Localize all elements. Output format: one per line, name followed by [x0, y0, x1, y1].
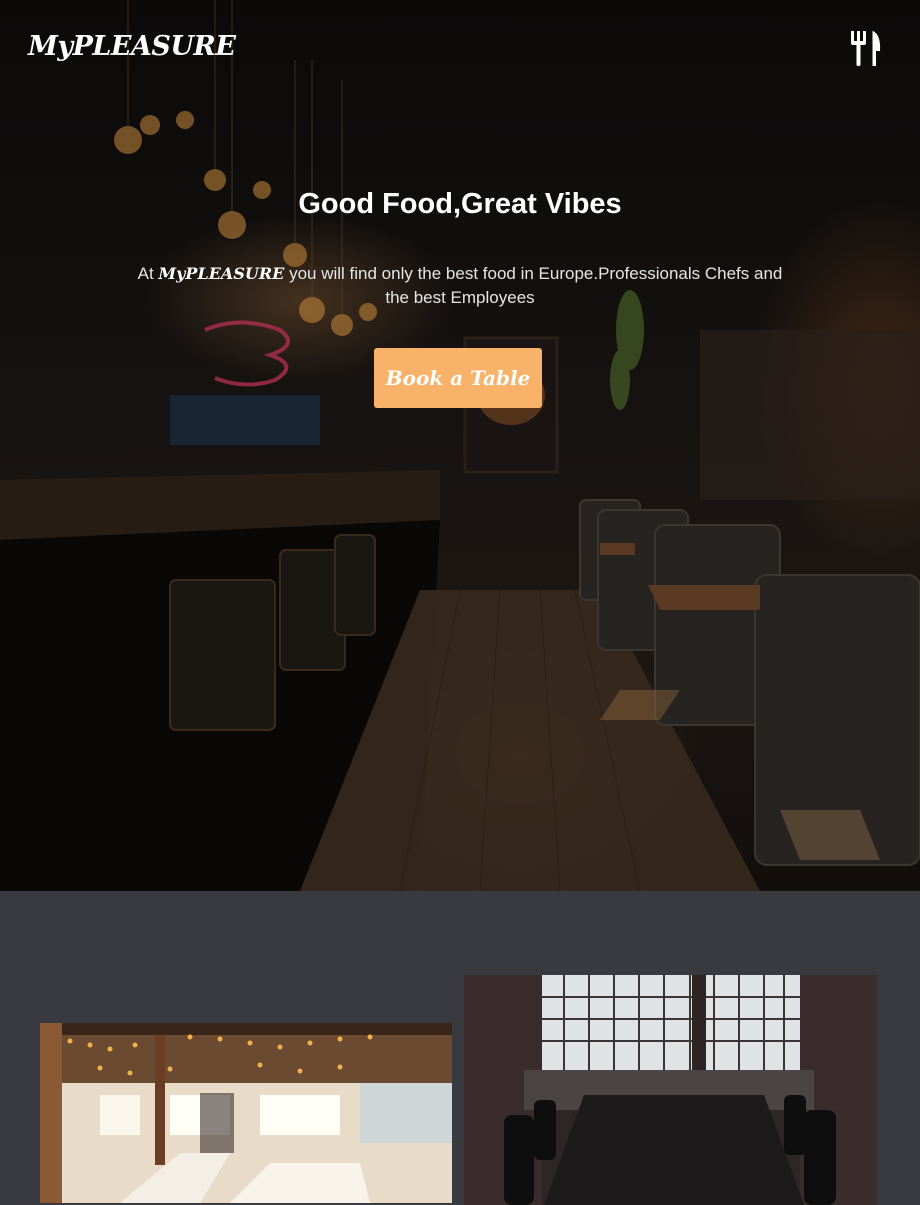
banquet-hall-photo: [40, 1023, 452, 1203]
site-logo[interactable]: MyPLEASURE: [28, 31, 236, 62]
restaurant-interior-background: [0, 0, 920, 891]
gallery-section: [0, 891, 920, 1205]
intro-brand: MyPLEASURE: [158, 264, 285, 283]
dining-room-photo: [464, 975, 877, 1205]
hero-headline: Good Food,Great Vibes: [298, 188, 622, 220]
hero-intro: At MyPLEASURE you will find only the bes…: [130, 262, 790, 310]
intro-prefix: At: [137, 264, 154, 283]
book-table-button[interactable]: Book a Table: [374, 348, 542, 408]
fork-knife-icon[interactable]: [849, 31, 883, 67]
intro-suffix: you will find only the best food in Euro…: [289, 264, 783, 307]
hero-section: MyPLEASURE Good Food,Great Vibes At MyPL…: [0, 0, 920, 891]
